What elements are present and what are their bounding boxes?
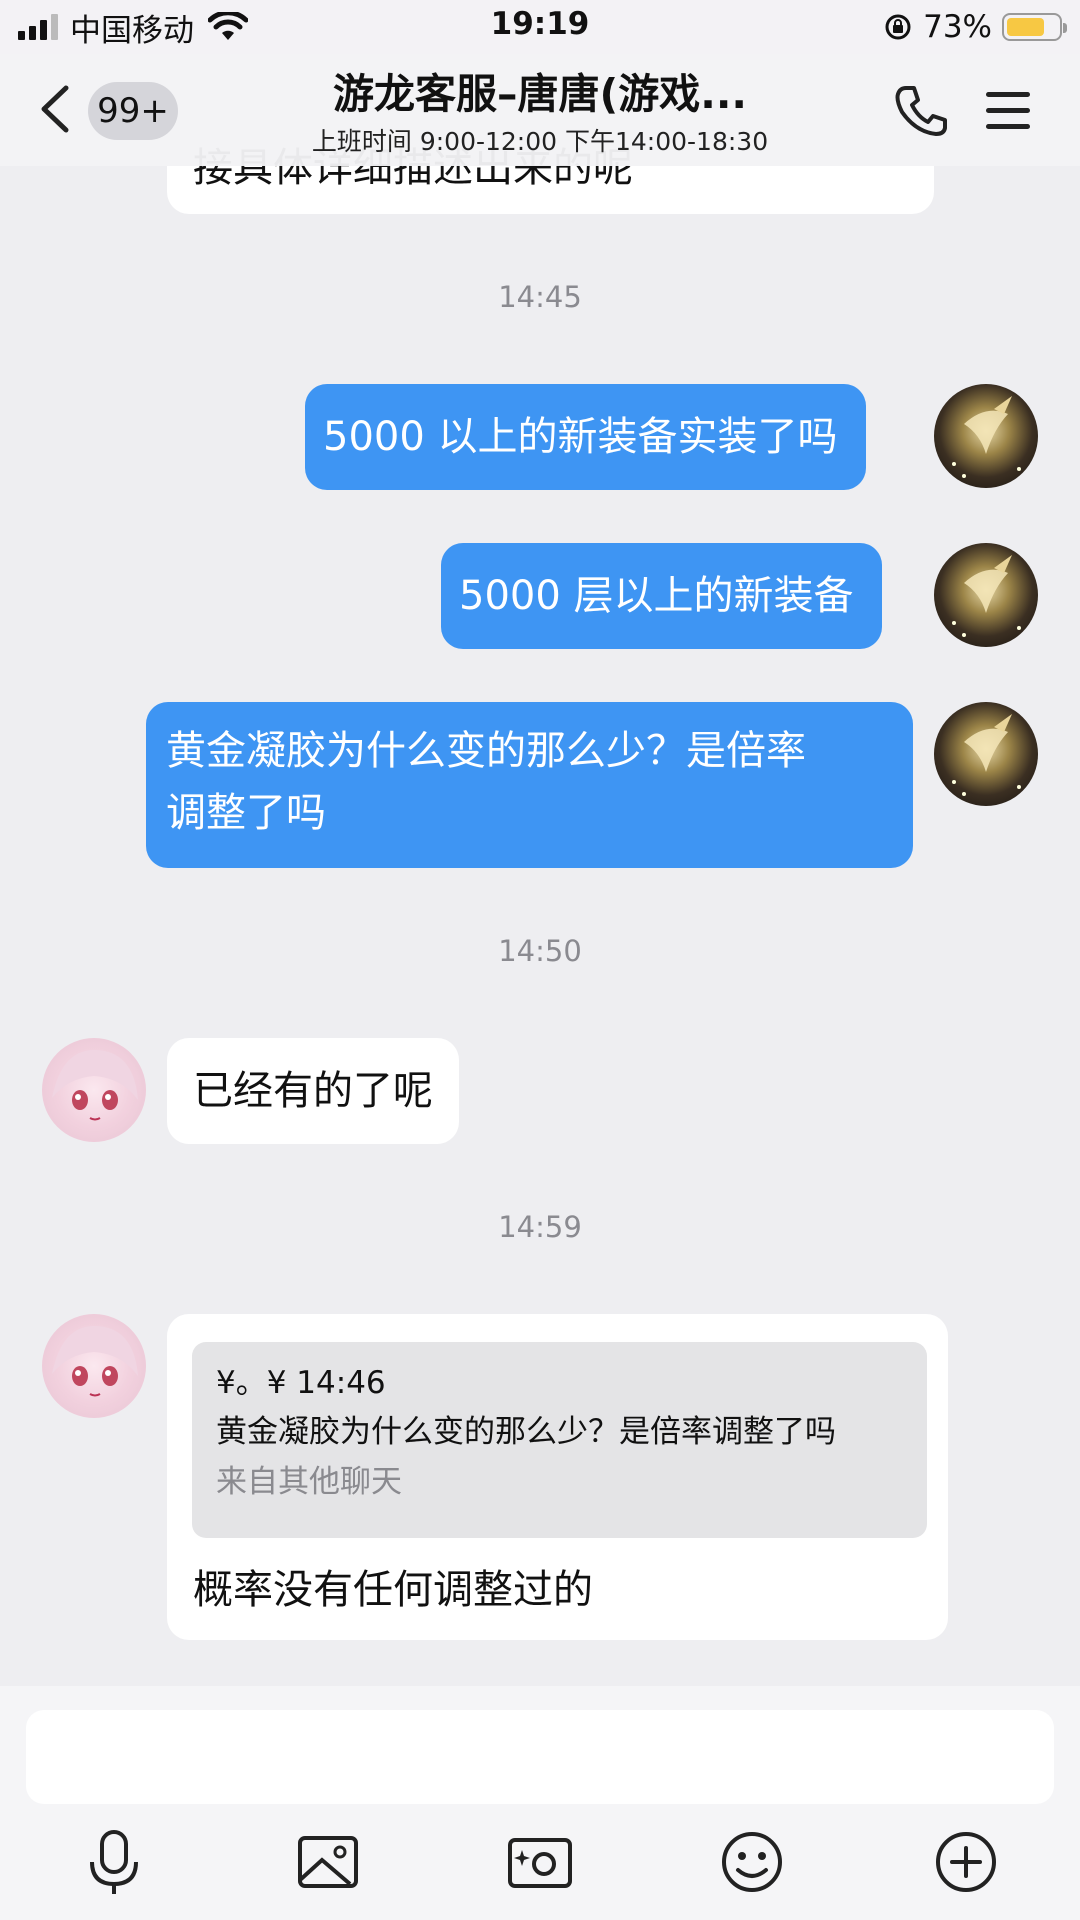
quote-header: ¥。¥ 14:46 — [216, 1365, 386, 1401]
timestamp: 14:50 — [498, 934, 582, 968]
unread-badge[interactable]: 99+ — [88, 82, 178, 140]
timestamp: 14:59 — [498, 1210, 582, 1244]
quoted-message[interactable]: ¥。¥ 14:46 黄金凝胶为什么变的那么少？是倍率调整了吗 来自其他聊天 — [192, 1342, 927, 1538]
image-icon[interactable] — [292, 1826, 364, 1898]
message-bubble-outgoing[interactable]: 5000 以上的新装备实装了吗 — [305, 384, 866, 490]
quote-text: 黄金凝胶为什么变的那么少？是倍率调整了吗 — [216, 1414, 836, 1450]
avatar-image — [52, 1325, 138, 1397]
chat-area[interactable]: 接具体详细描述出来的呢 14:45 5000 以上的新装备实装了吗 5000 层… — [0, 0, 1080, 1686]
agent-avatar[interactable] — [42, 1038, 146, 1142]
message-text-line: 调整了吗 — [166, 790, 326, 836]
input-bar — [0, 1686, 1080, 1920]
timestamp: 14:45 — [498, 280, 582, 314]
microphone-icon[interactable] — [78, 1826, 150, 1898]
chat-subtitle: 上班时间 9:00-12:00 下午14:00-18:30 — [311, 127, 769, 156]
message-bubble-outgoing[interactable]: 5000 层以上的新装备 — [441, 543, 882, 649]
avatar-image — [952, 396, 1021, 478]
camera-icon[interactable] — [504, 1826, 576, 1898]
message-text: 5000 层以上的新装备 — [459, 573, 854, 619]
quote-source: 来自其他聊天 — [216, 1464, 402, 1500]
message-text: 5000 以上的新装备实装了吗 — [323, 414, 838, 460]
message-text-line: 黄金凝胶为什么变的那么少？是倍率 — [166, 728, 806, 774]
my-avatar[interactable] — [934, 384, 1038, 488]
avatar-image — [952, 714, 1021, 796]
message-text: 概率没有任何调整过的 — [193, 1567, 593, 1613]
chevron-left-icon[interactable] — [36, 84, 76, 134]
avatar-image — [52, 1049, 138, 1121]
message-bubble-incoming[interactable]: 已经有的了呢 — [167, 1038, 459, 1144]
message-bubble-outgoing[interactable]: 黄金凝胶为什么变的那么少？是倍率 调整了吗 — [146, 702, 913, 868]
hamburger-menu-icon[interactable] — [984, 86, 1032, 136]
phone-icon[interactable] — [892, 82, 950, 140]
message-text: 已经有的了呢 — [193, 1068, 433, 1114]
emoji-icon[interactable] — [716, 1826, 788, 1898]
chat-title[interactable]: 游龙客服–唐唐(游戏... — [240, 60, 840, 120]
my-avatar[interactable] — [934, 702, 1038, 806]
my-avatar[interactable] — [934, 543, 1038, 647]
agent-avatar[interactable] — [42, 1314, 146, 1418]
message-input[interactable] — [26, 1710, 1054, 1804]
chat-header: 99+ 游龙客服–唐唐(游戏... 上班时间 9:00-12:00 下午14:0… — [0, 54, 1080, 166]
avatar-image — [952, 555, 1021, 637]
plus-icon[interactable] — [930, 1826, 1002, 1898]
